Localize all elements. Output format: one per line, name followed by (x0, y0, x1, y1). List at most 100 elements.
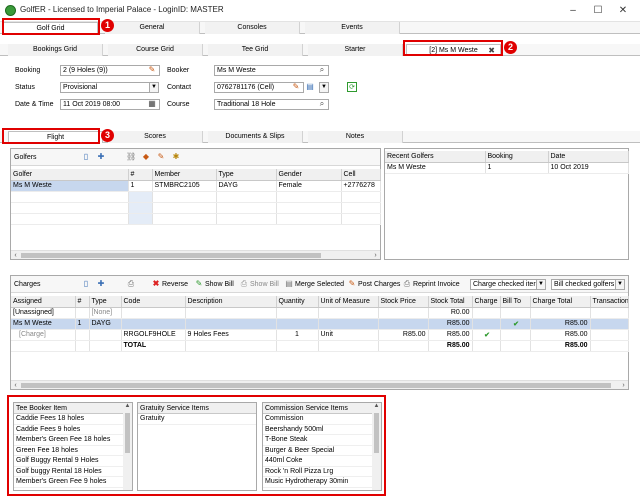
show-bill-button[interactable]: Show Bill (205, 281, 234, 288)
reprint-invoice-button[interactable]: Reprint Invoice (413, 281, 460, 288)
column-assigned[interactable]: Assigned (11, 296, 76, 308)
charge-check-cell[interactable] (472, 318, 501, 330)
list-item[interactable]: Caddie Fees 9 holes (14, 425, 132, 435)
column-transaction[interactable]: Transaction (590, 296, 629, 308)
tab-course-grid[interactable]: Course Grid (108, 44, 203, 56)
scroll-up-icon[interactable]: ▲ (123, 403, 132, 409)
column-date[interactable]: Date (548, 151, 629, 163)
list-item[interactable]: Commission (263, 414, 381, 425)
golfers-horizontal-scrollbar[interactable]: ‹ › (11, 250, 380, 259)
datetime-field[interactable]: 11 Oct 2019 08:00 (60, 99, 160, 110)
list-item[interactable]: T-Bone Steak (263, 435, 381, 446)
column-type[interactable]: Type (89, 296, 122, 308)
scroll-left-icon[interactable]: ‹ (11, 381, 20, 390)
column-number[interactable]: # (75, 296, 90, 308)
column-member[interactable]: Member (152, 169, 217, 181)
tab-scores[interactable]: Scores (108, 131, 203, 143)
table-row[interactable]: [Unassigned] [None] R0.00 (11, 307, 629, 319)
scroll-thumb[interactable] (21, 383, 611, 388)
tab-bookings-grid[interactable]: Bookings Grid (8, 44, 103, 56)
column-cell[interactable]: Cell (341, 169, 381, 181)
new-golfer-icon[interactable]: ▯ (81, 152, 91, 162)
column-bill-to[interactable]: Bill To (500, 296, 531, 308)
search-booker-icon[interactable]: ⌕ (317, 65, 327, 75)
bill-checked-select[interactable]: Bill checked golfers (551, 279, 616, 290)
column-recent-golfers[interactable]: Recent Golfers (385, 151, 486, 163)
close-button[interactable]: ✕ (612, 3, 634, 19)
tab-notes[interactable]: Notes (308, 131, 403, 143)
charge-checked-dropdown-icon[interactable]: ▼ (536, 279, 546, 290)
minimize-button[interactable]: – (562, 3, 584, 19)
booking-field[interactable]: 2 (9 Holes (9)) (60, 65, 160, 76)
link-icon[interactable]: ⛓ (126, 152, 136, 162)
column-gender[interactable]: Gender (276, 169, 342, 181)
add-golfer-icon[interactable]: ✚ (96, 152, 106, 162)
column-quantity[interactable]: Quantity (276, 296, 319, 308)
column-unit-of-measure[interactable]: Unit of Measure (318, 296, 379, 308)
charge-checked-select[interactable]: Charge checked iter (470, 279, 537, 290)
tab-consoles[interactable]: Consoles (205, 22, 300, 34)
post-charges-icon[interactable]: ✎ (347, 279, 357, 289)
contact-document-icon[interactable]: ▤ (305, 82, 315, 92)
list-item[interactable]: Caddie Fees 18 holes (14, 414, 132, 425)
show-bill-disabled-button[interactable]: Show Bill (250, 281, 279, 288)
merge-selected-button[interactable]: Merge Selected (295, 281, 344, 288)
reverse-button[interactable]: Reverse (162, 281, 188, 288)
list-item[interactable]: Member's Green Fee 18 holes (14, 435, 132, 446)
list-item[interactable]: Music Hydrotherapy 30min (263, 477, 381, 488)
list-item[interactable]: Rock 'n Roll Pizza Lrg (263, 467, 381, 477)
new-charge-icon[interactable]: ▯ (81, 279, 91, 289)
list-item[interactable]: Gratuity (138, 414, 256, 425)
bill-to-cell[interactable] (500, 307, 531, 319)
add-charge-icon[interactable]: ✚ (96, 279, 106, 289)
charges-horizontal-scrollbar[interactable]: ‹ › (11, 380, 628, 389)
table-row[interactable]: [Charge] RRGOLF9HOLE 9 Holes Fees 1 Unit… (11, 329, 629, 341)
list-item[interactable]: Beershandy 500ml (263, 425, 381, 435)
bill-to-cell[interactable]: ✔ (500, 318, 531, 330)
column-charge-total[interactable]: Charge Total (530, 296, 591, 308)
bill-to-cell[interactable] (500, 329, 531, 341)
course-field[interactable]: Traditional 18 Hole (214, 99, 329, 110)
column-number[interactable]: # (128, 169, 153, 181)
charge-check-cell[interactable]: ✔ (472, 329, 501, 341)
column-charge[interactable]: Charge (472, 296, 501, 308)
list-item[interactable]: Member's Green Fee 9 holes (14, 477, 132, 488)
commission-scrollbar[interactable]: ▲ (372, 403, 381, 490)
list-item[interactable]: Burger & Beer Special (263, 446, 381, 456)
post-charges-button[interactable]: Post Charges (358, 281, 400, 288)
tab-documents-slips[interactable]: Documents & Slips (208, 131, 303, 143)
reverse-icon[interactable]: ✖ (151, 279, 161, 289)
column-type[interactable]: Type (216, 169, 277, 181)
column-golfer[interactable]: Golfer (11, 169, 129, 181)
column-stock-price[interactable]: Stock Price (378, 296, 429, 308)
scroll-right-icon[interactable]: › (371, 251, 380, 260)
calendar-icon[interactable]: ▦ (147, 99, 157, 109)
contact-dropdown-icon[interactable]: ▼ (319, 82, 329, 93)
scroll-thumb[interactable] (374, 413, 379, 453)
table-row[interactable]: Ms M Weste 1 10 Oct 2019 (385, 162, 629, 174)
list-item[interactable]: 440ml Coke (263, 456, 381, 467)
edit-booking-icon[interactable]: ✎ (147, 65, 157, 75)
tab-tee-grid[interactable]: Tee Grid (208, 44, 303, 56)
reprint-icon[interactable]: ⎙ (402, 279, 412, 289)
charge-check-cell[interactable] (472, 307, 501, 319)
scroll-thumb[interactable] (125, 413, 130, 453)
tab-starter[interactable]: Starter (308, 44, 403, 56)
print-icon[interactable]: ⎙ (126, 279, 136, 289)
column-stock-total[interactable]: Stock Total (428, 296, 473, 308)
list-item[interactable]: Golf Buggy Rental 9 Holes (14, 456, 132, 467)
chevron-down-icon[interactable]: ▼ (149, 82, 159, 93)
column-code[interactable]: Code (121, 296, 186, 308)
scroll-left-icon[interactable]: ‹ (11, 251, 20, 260)
commission-service-items-list[interactable]: Commission Service Items Commission Beer… (262, 402, 382, 491)
scroll-right-icon[interactable]: › (619, 381, 628, 390)
list-item[interactable]: Green Fee 18 holes (14, 446, 132, 456)
golfer-tag-icon[interactable]: ◆ (141, 152, 151, 162)
tab-general[interactable]: General (105, 22, 200, 34)
bill-checked-dropdown-icon[interactable]: ▼ (615, 279, 625, 290)
tee-booker-scrollbar[interactable]: ▲ (123, 403, 132, 490)
booker-field[interactable]: Ms M Weste (214, 65, 329, 76)
table-row[interactable]: Ms M Weste 1 STMBRC2105 DAYG Female +277… (11, 180, 381, 192)
refresh-icon[interactable]: ⟳ (347, 82, 357, 92)
status-select[interactable]: Provisional (60, 82, 150, 93)
